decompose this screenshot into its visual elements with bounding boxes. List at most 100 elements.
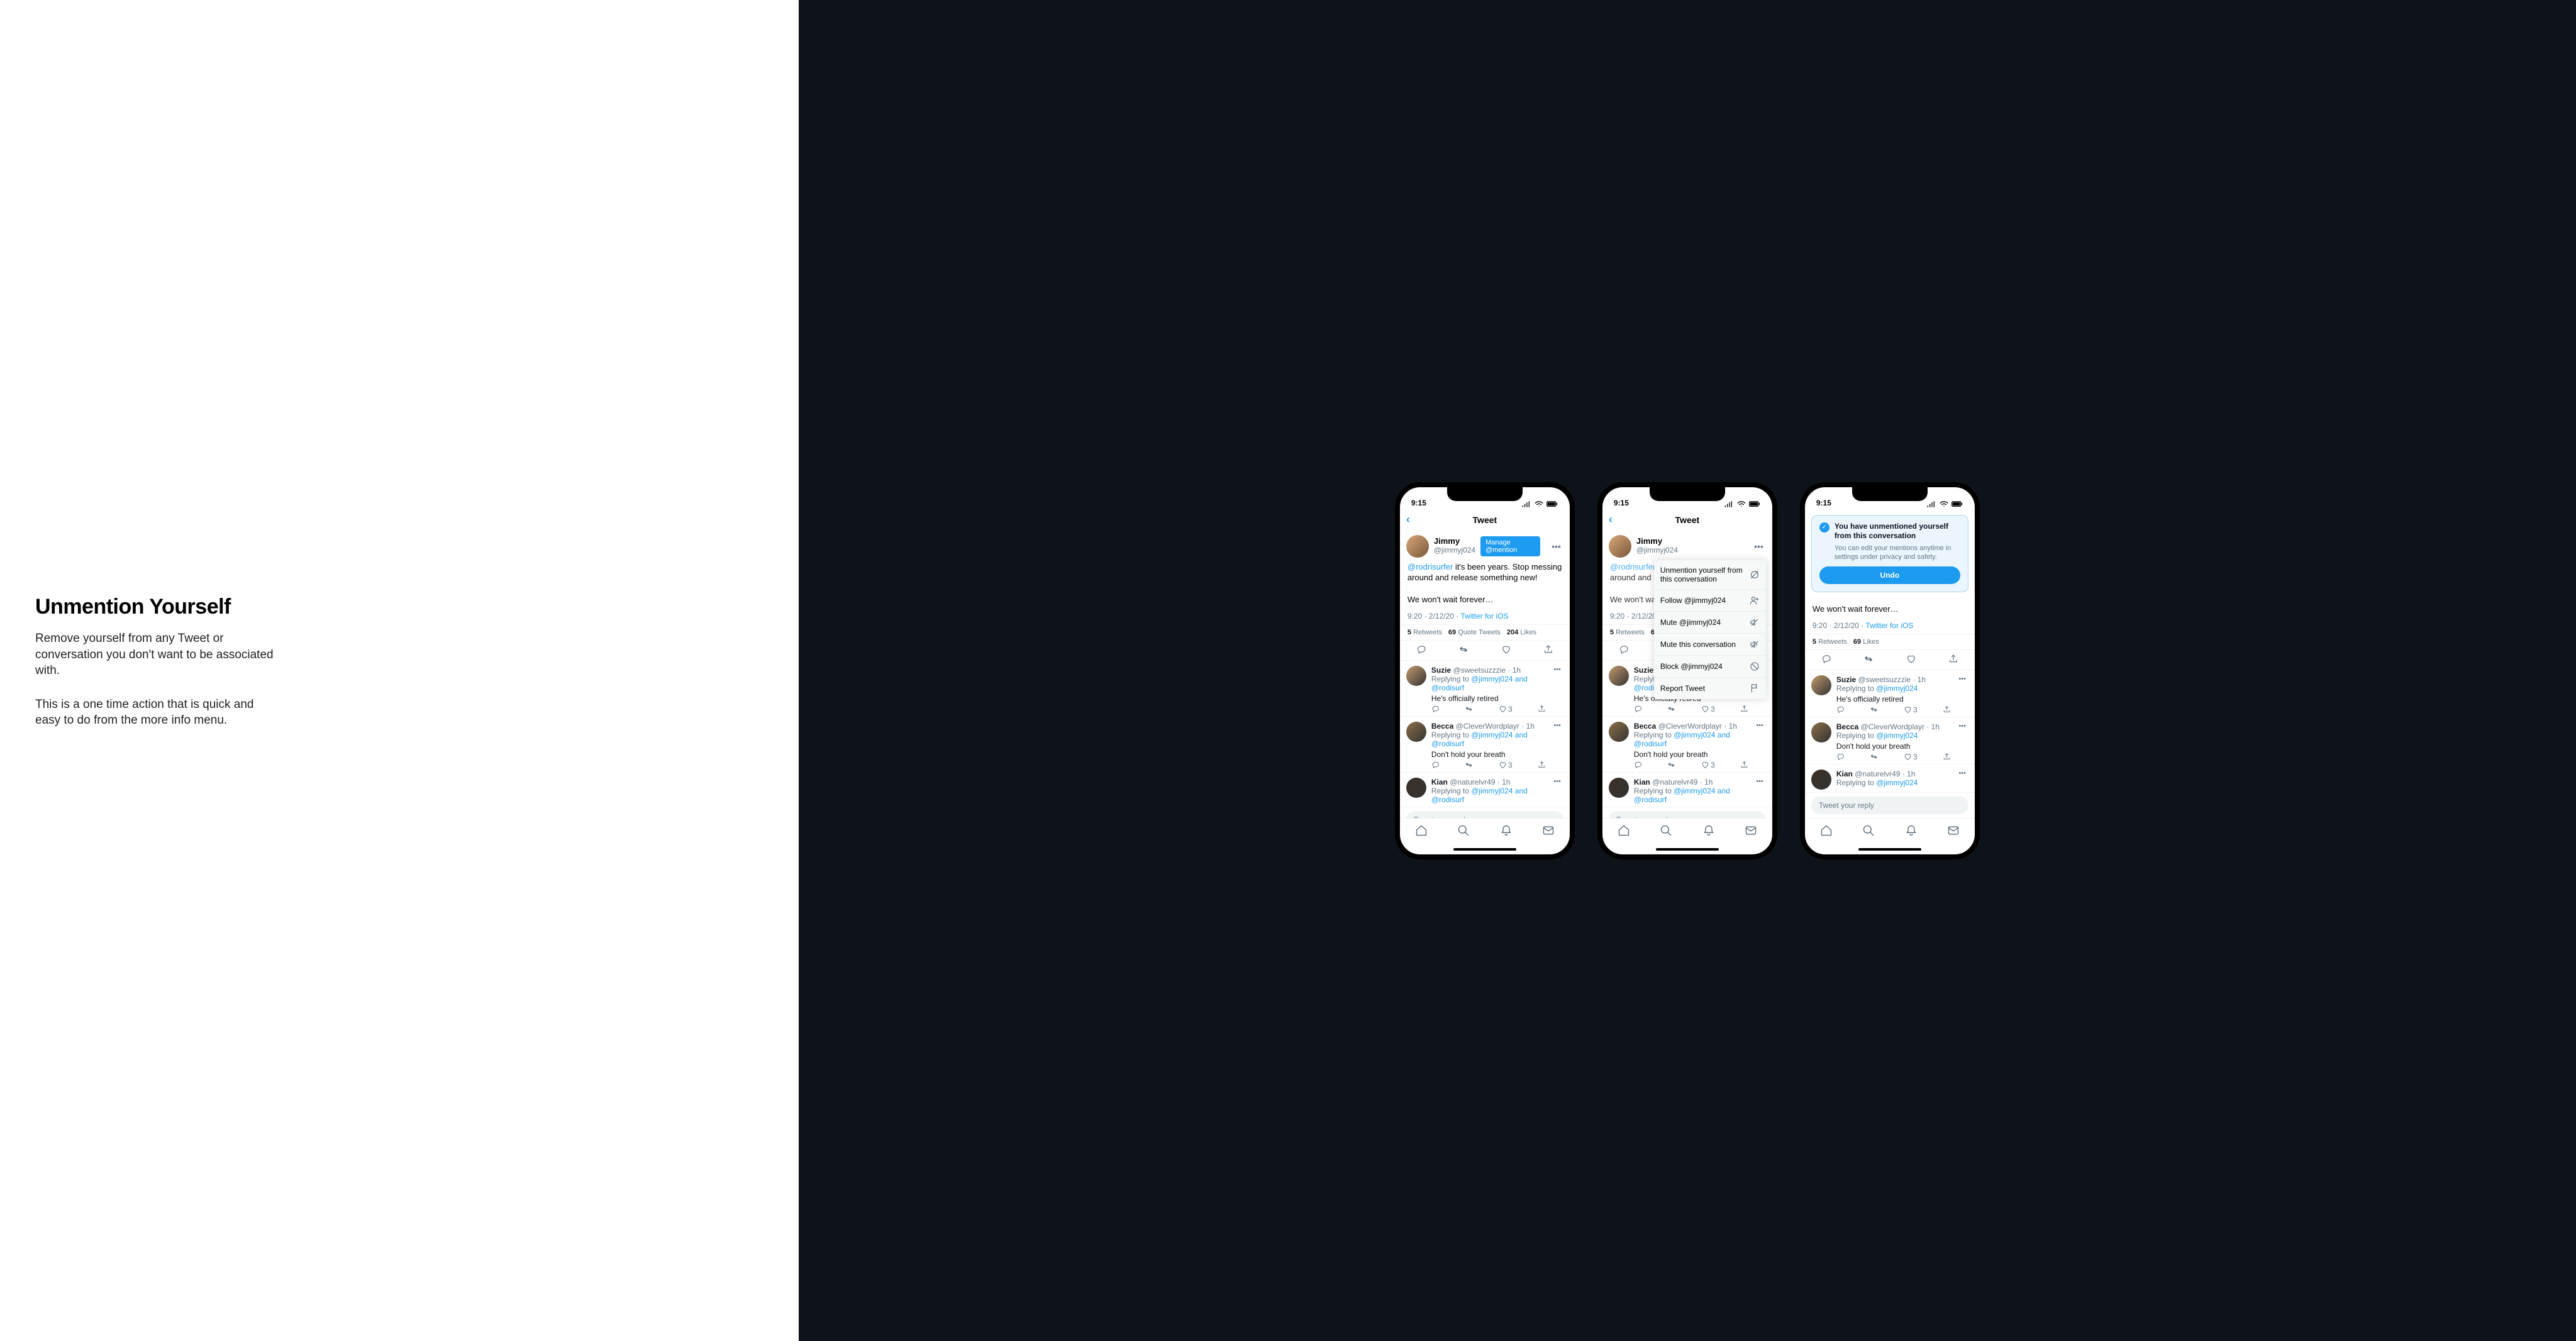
share-icon[interactable] <box>1538 705 1546 714</box>
share-icon[interactable] <box>1740 705 1748 714</box>
avatar[interactable] <box>1609 535 1631 558</box>
avatar[interactable] <box>1811 722 1831 742</box>
avatar[interactable] <box>1406 778 1426 798</box>
reply-item[interactable]: Becca @CleverWordplayr · 1hReplying to @… <box>1400 717 1570 773</box>
retweet-icon[interactable] <box>1870 705 1878 714</box>
more-button[interactable]: ••• <box>1956 770 1968 790</box>
tab-search[interactable] <box>1660 824 1672 840</box>
reply-item[interactable]: Becca @CleverWordplayr · 1hReplying to @… <box>1805 717 1975 764</box>
tab-search[interactable] <box>1457 824 1470 840</box>
tab-notifications[interactable] <box>1500 824 1513 840</box>
like-icon[interactable]: 3 <box>1904 705 1918 714</box>
avatar[interactable] <box>1811 675 1831 695</box>
replying-to-link[interactable]: @jimmyj024 <box>1876 778 1918 787</box>
stat-likes[interactable]: 69 Likes <box>1853 638 1879 646</box>
reply-item[interactable]: Suzie @sweetsuzzzie · 1hReplying to @jim… <box>1400 661 1570 717</box>
reply-icon[interactable] <box>1416 644 1426 656</box>
reply-icon[interactable] <box>1431 705 1440 714</box>
like-icon[interactable]: 3 <box>1904 753 1918 761</box>
avatar[interactable] <box>1406 666 1426 686</box>
more-button[interactable]: ••• <box>1753 722 1766 770</box>
replying-to-link[interactable]: @jimmyj024 <box>1876 731 1918 740</box>
reply-icon[interactable] <box>1431 761 1440 770</box>
more-button[interactable]: ••• <box>1956 675 1968 714</box>
reply-icon[interactable] <box>1634 761 1642 770</box>
more-button[interactable]: ••• <box>1753 778 1766 804</box>
mention-link[interactable]: @rodrisurfer <box>1610 562 1655 571</box>
reply-icon[interactable] <box>1821 654 1831 666</box>
tweet-source[interactable]: Twitter for iOS <box>1865 621 1913 630</box>
tab-home[interactable] <box>1618 824 1630 840</box>
ctx-follow[interactable]: Follow @jimmyj024 <box>1654 590 1766 612</box>
undo-button[interactable]: Undo <box>1819 566 1960 584</box>
retweet-icon[interactable] <box>1465 761 1473 770</box>
reply-icon[interactable] <box>1836 705 1845 714</box>
share-icon[interactable] <box>1538 761 1546 770</box>
share-icon[interactable] <box>1543 644 1553 656</box>
avatar[interactable] <box>1609 778 1629 798</box>
tab-notifications[interactable] <box>1905 824 1918 840</box>
tab-home[interactable] <box>1820 824 1833 840</box>
more-button[interactable]: ••• <box>1551 722 1563 770</box>
stat-quotes[interactable]: 69 Quote Tweets <box>1448 629 1501 636</box>
like-icon[interactable]: 3 <box>1701 761 1715 770</box>
avatar[interactable] <box>1406 722 1426 742</box>
reply-item[interactable]: Kian @naturelvr49 · 1hReplying to @jimmy… <box>1602 773 1772 807</box>
retweet-icon[interactable] <box>1667 705 1675 714</box>
reply-icon[interactable] <box>1634 705 1642 714</box>
ctx-unmention[interactable]: Unmention yourself from this conversatio… <box>1654 560 1766 590</box>
back-button[interactable]: ‹ <box>1406 513 1410 526</box>
share-icon[interactable] <box>1740 761 1748 770</box>
ctx-block[interactable]: Block @jimmyj024 <box>1654 656 1766 678</box>
like-icon[interactable]: 3 <box>1499 761 1513 770</box>
retweet-icon[interactable] <box>1863 654 1874 666</box>
stat-retweets[interactable]: 5 Retweets <box>1407 629 1442 636</box>
manage-mention-badge[interactable]: Manage @mention <box>1480 536 1540 556</box>
more-button[interactable]: ••• <box>1549 541 1563 551</box>
more-button[interactable]: ••• <box>1752 541 1766 551</box>
compose-input[interactable]: Tweet your reply <box>1811 797 1968 814</box>
tab-home[interactable] <box>1415 824 1428 840</box>
share-icon[interactable] <box>1948 654 1958 666</box>
reply-icon[interactable] <box>1619 644 1629 656</box>
like-icon[interactable]: 3 <box>1499 705 1513 714</box>
ctx-mute-conv[interactable]: Mute this conversation <box>1654 634 1766 656</box>
author-block[interactable]: Jimmy @jimmyj024 <box>1434 537 1475 555</box>
mention-link[interactable]: @rodrisurfer <box>1407 562 1453 571</box>
ctx-mute-user[interactable]: Mute @jimmyj024 <box>1654 612 1766 634</box>
avatar[interactable] <box>1811 770 1831 790</box>
tab-messages[interactable] <box>1947 824 1960 840</box>
retweet-icon[interactable] <box>1458 644 1468 656</box>
tab-messages[interactable] <box>1542 824 1555 840</box>
stat-retweets[interactable]: 5 Retweets <box>1610 629 1645 636</box>
share-icon[interactable] <box>1943 705 1951 714</box>
reply-item[interactable]: Becca @CleverWordplayr · 1hReplying to @… <box>1602 717 1772 773</box>
back-button[interactable]: ‹ <box>1609 513 1613 526</box>
reply-icon[interactable] <box>1836 753 1845 761</box>
retweet-icon[interactable] <box>1667 761 1675 770</box>
reply-item[interactable]: Suzie @sweetsuzzzie · 1hReplying to @jim… <box>1805 670 1975 717</box>
compose-input[interactable]: Tweet your reply <box>1406 811 1563 818</box>
replying-to-link[interactable]: @jimmyj024 <box>1876 684 1918 693</box>
like-icon[interactable] <box>1501 644 1511 656</box>
like-icon[interactable] <box>1906 654 1916 666</box>
retweet-icon[interactable] <box>1465 705 1473 714</box>
retweet-icon[interactable] <box>1870 753 1878 761</box>
tab-notifications[interactable] <box>1702 824 1715 840</box>
more-button[interactable]: ••• <box>1551 666 1563 714</box>
avatar[interactable] <box>1609 722 1629 742</box>
like-icon[interactable]: 3 <box>1701 705 1715 714</box>
tab-search[interactable] <box>1862 824 1875 840</box>
author-block[interactable]: Jimmy @jimmyj024 <box>1636 537 1746 555</box>
reply-item[interactable]: Kian @naturelvr49 · 1hReplying to @jimmy… <box>1805 764 1975 793</box>
more-button[interactable]: ••• <box>1551 778 1563 804</box>
tweet-source[interactable]: Twitter for iOS <box>1460 612 1508 621</box>
tab-messages[interactable] <box>1745 824 1757 840</box>
reply-item[interactable]: Kian @naturelvr49 · 1hReplying to @jimmy… <box>1400 773 1570 807</box>
stat-retweets[interactable]: 5 Retweets <box>1813 638 1847 646</box>
more-button[interactable]: ••• <box>1956 722 1968 761</box>
stat-likes[interactable]: 204 Likes <box>1507 629 1536 636</box>
share-icon[interactable] <box>1943 753 1951 761</box>
compose-input[interactable]: Tweet your reply <box>1609 811 1766 818</box>
avatar[interactable] <box>1406 535 1429 558</box>
